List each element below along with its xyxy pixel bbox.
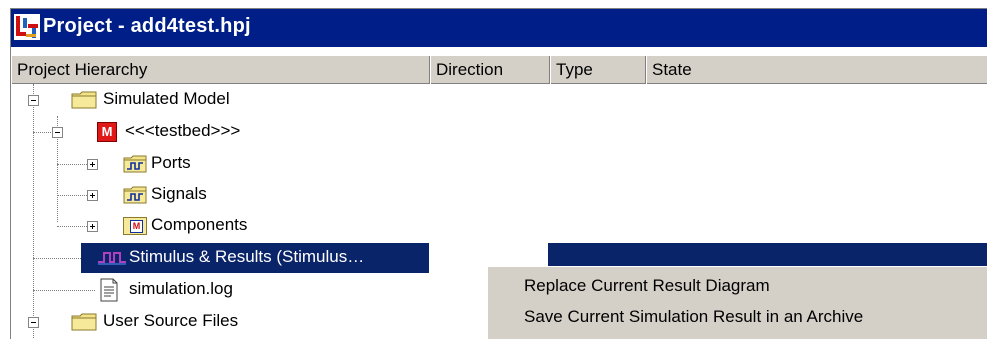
module-icon: M	[97, 122, 117, 142]
expand-toggle[interactable]	[87, 221, 98, 232]
column-header: Project Hierarchy Direction Type State	[11, 55, 987, 84]
menu-item-save-result-archive[interactable]: Save Current Simulation Result in an Arc…	[488, 302, 987, 332]
text-file-icon	[100, 278, 118, 302]
collapse-toggle[interactable]	[52, 127, 63, 138]
project-app-icon	[14, 14, 40, 40]
tree-item-label: Ports	[151, 153, 191, 172]
signal-folder-icon	[123, 155, 147, 173]
column-state[interactable]: State	[646, 56, 987, 84]
tree-item-label: simulation.log	[129, 279, 233, 298]
component-badge: M	[130, 220, 143, 233]
tree-item-label: User Source Files	[103, 311, 239, 330]
tree-item-label: Components	[151, 215, 248, 234]
tree-item-testbed[interactable]: M <<<testbed>>>	[11, 116, 987, 148]
context-menu: Replace Current Result Diagram Save Curr…	[487, 266, 987, 339]
tree-item-ports[interactable]: Ports	[11, 148, 987, 180]
column-direction[interactable]: Direction	[430, 56, 550, 84]
title-bar[interactable]: Project - add4test.hpj	[11, 9, 987, 47]
tree-item-label: Simulated Model	[103, 89, 230, 108]
column-project-hierarchy[interactable]: Project Hierarchy	[11, 56, 430, 84]
module-badge: M	[101, 124, 113, 139]
tree-item-simulated-model[interactable]: Simulated Model	[11, 84, 987, 116]
tree-item-signals[interactable]: Signals	[11, 179, 987, 211]
window-title: Project - add4test.hpj	[43, 15, 251, 37]
tree-item-label: Stimulus & Results (Stimulus…	[129, 247, 365, 266]
collapse-toggle[interactable]	[28, 317, 39, 328]
folder-icon	[71, 91, 97, 109]
component-folder-icon: M	[123, 217, 147, 235]
collapse-toggle[interactable]	[28, 95, 39, 106]
folder-icon	[71, 313, 97, 331]
tree-item-label: <<<testbed>>>	[125, 121, 241, 140]
tree-item-label: Signals	[151, 184, 207, 203]
column-type[interactable]: Type	[550, 56, 646, 84]
expand-toggle[interactable]	[87, 190, 98, 201]
expand-toggle[interactable]	[87, 159, 98, 170]
waveform-icon	[98, 252, 126, 265]
tree-item-components[interactable]: M Components	[11, 210, 987, 242]
menu-item-replace-result-diagram[interactable]: Replace Current Result Diagram	[488, 271, 987, 301]
signal-folder-icon	[123, 186, 147, 204]
